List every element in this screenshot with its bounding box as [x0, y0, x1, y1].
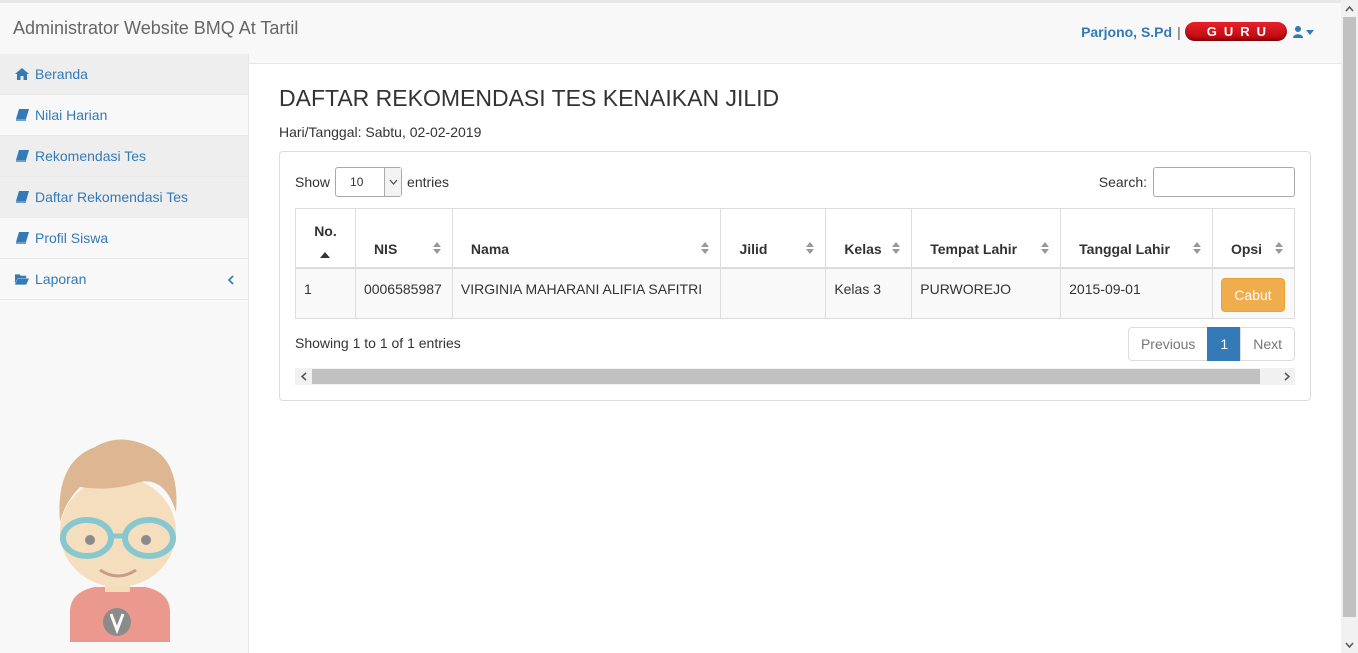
vertical-scroll-thumb[interactable]	[1343, 17, 1356, 617]
page-title: DAFTAR REKOMENDASI TES KENAIKAN JILID	[279, 85, 780, 111]
cell-tempat-lahir: PURWOREJO	[911, 267, 1062, 319]
table-row: 1 0006585987 VIRGINIA MAHARANI ALIFIA SA…	[295, 267, 1296, 319]
show-label: Show	[295, 174, 331, 190]
home-icon	[15, 67, 29, 81]
scroll-up-icon[interactable]	[1341, 0, 1358, 17]
main-content: DAFTAR REKOMENDASI TES KENAIKAN JILID Ha…	[249, 64, 1341, 653]
sidebar-item-label: Laporan	[35, 271, 87, 287]
sidebar-item-label: Rekomendasi Tes	[35, 148, 147, 164]
sort-icon	[701, 241, 710, 254]
sidebar-item-daftar-rekomendasi-tes[interactable]: Daftar Rekomendasi Tes	[0, 177, 248, 218]
user-separator: |	[1177, 23, 1181, 40]
chevron-down-icon[interactable]	[384, 168, 402, 196]
book-icon	[15, 231, 29, 245]
page-size-value: 10	[350, 175, 364, 189]
horizontal-scrollbar[interactable]	[295, 368, 1295, 385]
sidebar-item-rekomendasi-tes[interactable]: Rekomendasi Tes	[0, 136, 248, 177]
sort-icon	[892, 241, 901, 254]
sort-icon	[1192, 241, 1201, 254]
sidebar-item-profil-siswa[interactable]: Profil Siswa	[0, 218, 248, 259]
column-header-opsi[interactable]: Opsi	[1211, 208, 1296, 269]
user-icon[interactable]	[1293, 25, 1314, 39]
user-name[interactable]: Parjono, S.Pd	[1081, 24, 1172, 40]
table-info: Showing 1 to 1 of 1 entries	[295, 335, 461, 351]
chevron-left-icon[interactable]	[227, 272, 234, 288]
page-button-current[interactable]: 1	[1207, 327, 1242, 361]
page-size-select[interactable]: 10	[335, 167, 403, 197]
cell-kelas: Kelas 3	[825, 267, 913, 319]
app-title[interactable]: Administrator Website BMQ At Tartil	[13, 18, 298, 39]
search-input[interactable]	[1153, 167, 1295, 197]
sidebar-item-label: Daftar Rekomendasi Tes	[35, 189, 189, 205]
sidebar-item-label: Beranda	[35, 66, 88, 82]
sort-icon	[1275, 241, 1283, 254]
book-icon	[15, 190, 29, 204]
user-menu[interactable]: Parjono, S.Pd | GURU	[1081, 22, 1314, 41]
horizontal-scroll-thumb[interactable]	[312, 369, 1260, 384]
column-header-no[interactable]: No.	[295, 208, 356, 269]
table-panel: Show 10 entries Search: No. NIS Nama Jil…	[279, 151, 1311, 401]
book-icon	[15, 149, 29, 163]
sidebar: Beranda Nilai Harian Rekomendasi Tes Daf…	[0, 54, 249, 653]
cell-jilid	[720, 267, 827, 319]
pagination: Previous 1 Next	[1127, 327, 1295, 361]
cell-opsi: Cabut	[1211, 267, 1296, 319]
sidebar-item-label: Nilai Harian	[35, 107, 108, 123]
column-header-kelas[interactable]: Kelas	[825, 208, 913, 269]
scroll-down-icon[interactable]	[1341, 636, 1358, 653]
folder-open-icon	[15, 272, 29, 286]
recommendation-table: No. NIS Nama Jilid Kelas Tempat Lahir Ta…	[295, 208, 1296, 319]
previous-page-button[interactable]: Previous	[1127, 327, 1209, 361]
column-header-nama[interactable]: Nama	[451, 208, 722, 269]
sidebar-item-nilai-harian[interactable]: Nilai Harian	[0, 95, 248, 136]
search-label: Search:	[1098, 174, 1147, 190]
search-control: Search:	[1099, 167, 1295, 197]
sort-icon	[1041, 241, 1050, 254]
entries-label: entries	[407, 174, 450, 190]
sort-icon	[806, 241, 815, 254]
avatar-illustration	[50, 432, 190, 642]
scroll-right-icon[interactable]	[1278, 368, 1295, 385]
sort-icon	[432, 241, 441, 254]
book-icon	[15, 108, 29, 122]
role-badge: GURU	[1184, 22, 1287, 41]
cell-tanggal-lahir: 2015-09-01	[1060, 267, 1213, 319]
scroll-left-icon[interactable]	[295, 368, 312, 385]
column-header-nis[interactable]: NIS	[354, 208, 453, 269]
sidebar-item-label: Profil Siswa	[35, 230, 109, 246]
table-header-row: No. NIS Nama Jilid Kelas Tempat Lahir Ta…	[295, 208, 1296, 269]
show-entries-control: Show 10 entries	[295, 167, 449, 197]
column-header-jilid[interactable]: Jilid	[720, 208, 827, 269]
next-page-button[interactable]: Next	[1240, 327, 1295, 361]
date-line: Hari/Tanggal: Sabtu, 02-02-2019	[279, 124, 482, 140]
cell-nama: VIRGINIA MAHARANI ALIFIA SAFITRI	[451, 267, 722, 319]
column-header-tanggal-lahir[interactable]: Tanggal Lahir	[1060, 208, 1213, 269]
sidebar-item-beranda[interactable]: Beranda	[0, 54, 248, 95]
cabut-button[interactable]: Cabut	[1220, 277, 1285, 312]
sort-ascending-icon	[320, 251, 331, 258]
column-header-tempat-lahir[interactable]: Tempat Lahir	[911, 208, 1062, 269]
cell-no: 1	[295, 267, 356, 319]
cell-nis: 0006585987	[354, 267, 453, 319]
vertical-scrollbar[interactable]	[1341, 0, 1358, 653]
sidebar-item-laporan[interactable]: Laporan	[0, 259, 248, 300]
